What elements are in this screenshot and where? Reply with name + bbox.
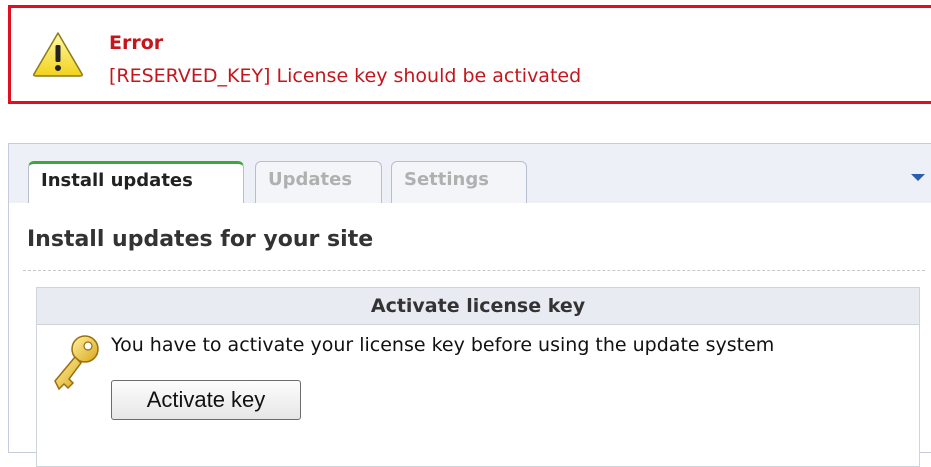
page-title: Install updates for your site	[27, 227, 374, 252]
activate-key-button[interactable]: Activate key	[111, 380, 301, 420]
tab-strip: Install updates Updates Settings	[9, 144, 931, 204]
key-icon	[54, 335, 99, 391]
tab-install-updates[interactable]: Install updates	[28, 161, 244, 204]
error-text: [RESERVED_KEY] License key should be act…	[109, 65, 582, 87]
caret-down-icon[interactable]	[911, 174, 925, 181]
license-box-header: Activate license key	[37, 288, 919, 325]
title-divider	[23, 270, 925, 271]
error-title: Error	[109, 32, 164, 54]
updates-panel: Install updates Updates Settings Install…	[8, 143, 931, 467]
error-message-box: Error [RESERVED_KEY] License key should …	[8, 5, 931, 104]
tab-settings[interactable]: Settings	[391, 161, 527, 203]
license-message: You have to activate your license key be…	[111, 334, 775, 356]
tab-content: Install updates for your site Activate l…	[9, 203, 931, 467]
tab-updates[interactable]: Updates	[255, 161, 382, 203]
warning-icon	[33, 32, 83, 77]
license-key-box: Activate license key You have to activat…	[36, 287, 920, 467]
